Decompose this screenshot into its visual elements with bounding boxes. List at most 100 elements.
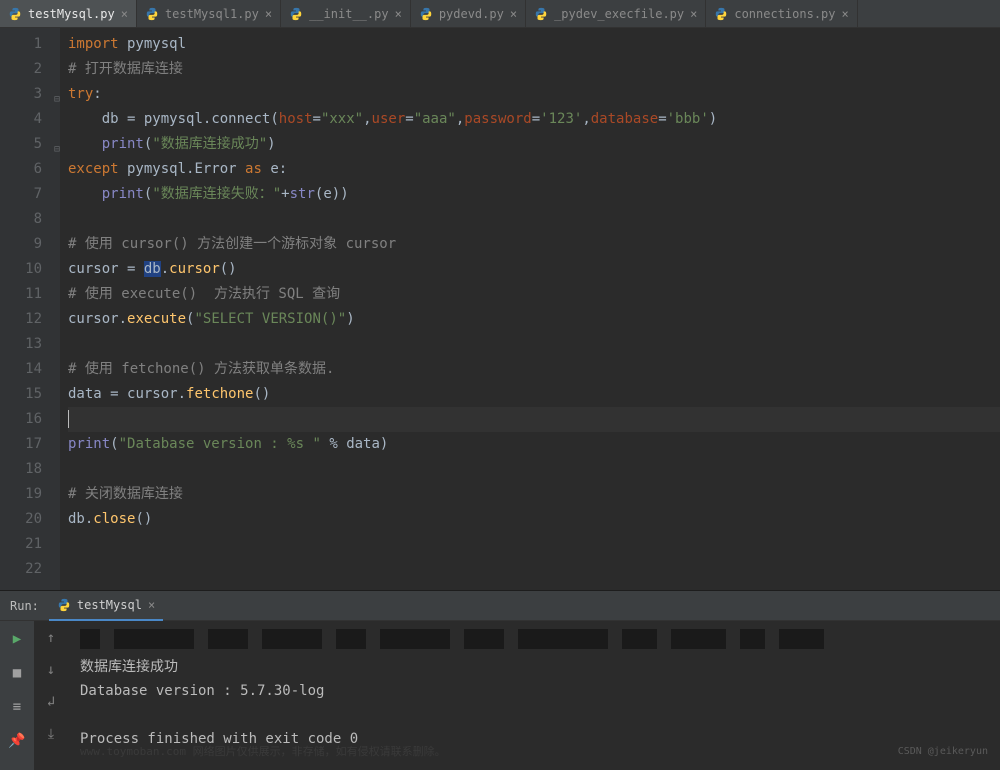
run-primary-toolbar: ▶ ■ ≡ 📌	[0, 621, 34, 770]
tab-pydevd[interactable]: pydevd.py ×	[411, 0, 526, 27]
close-icon[interactable]: ×	[510, 7, 517, 21]
code-area[interactable]: import pymysql # 打开数据库连接 ⊟try: db = pymy…	[60, 28, 1000, 590]
line-number: 13	[0, 332, 60, 357]
console-line: Database version : 5.7.30-log	[80, 679, 988, 703]
code-line	[68, 532, 1000, 557]
fold-icon[interactable]: ⊟	[54, 87, 64, 97]
run-label: Run:	[10, 599, 39, 613]
tab-testmysql1[interactable]: testMysql1.py ×	[137, 0, 281, 27]
tab-label: testMysql1.py	[165, 7, 259, 21]
faint-watermark: www.toymoban.com 网络图片仅供展示，非存储，如有侵权请联系删除。	[80, 740, 446, 764]
python-icon	[57, 598, 71, 612]
run-secondary-toolbar: ↑ ↓ ↲ ⤓	[34, 621, 68, 770]
code-line: import pymysql	[68, 32, 1000, 57]
soft-wrap-icon[interactable]: ↲	[42, 693, 60, 711]
tab-label: _pydev_execfile.py	[554, 7, 684, 21]
scroll-to-end-icon[interactable]: ⤓	[42, 725, 60, 743]
line-number: 18	[0, 457, 60, 482]
line-number-gutter: 1 2 3 4 5 6 7 8 9 10 11 12 13 14 15 16 1…	[0, 28, 60, 590]
code-line-current	[68, 407, 1000, 432]
editor-tabs: testMysql.py × testMysql1.py × __init__.…	[0, 0, 1000, 28]
code-line: # 关闭数据库连接	[68, 482, 1000, 507]
code-line: cursor.execute("SELECT VERSION()")	[68, 307, 1000, 332]
tab-label: connections.py	[734, 7, 835, 21]
line-number: 22	[0, 557, 60, 582]
arrow-down-icon[interactable]: ↓	[42, 661, 60, 679]
run-tab[interactable]: testMysql ×	[49, 591, 163, 621]
tab-label: testMysql.py	[28, 7, 115, 21]
line-number: 9	[0, 232, 60, 257]
code-line: except pymysql.Error as e:	[68, 157, 1000, 182]
code-line: # 打开数据库连接	[68, 57, 1000, 82]
python-icon	[714, 7, 728, 21]
watermark: CSDN @jeikeryun	[898, 740, 988, 764]
tab-label: pydevd.py	[439, 7, 504, 21]
close-icon[interactable]: ×	[395, 7, 402, 21]
code-line	[68, 207, 1000, 232]
tab-connections[interactable]: connections.py ×	[706, 0, 857, 27]
code-editor[interactable]: 1 2 3 4 5 6 7 8 9 10 11 12 13 14 15 16 1…	[0, 28, 1000, 590]
code-line: # 使用 cursor() 方法创建一个游标对象 cursor	[68, 232, 1000, 257]
line-number: 20	[0, 507, 60, 532]
pin-button[interactable]: 📌	[7, 731, 27, 751]
python-icon	[534, 7, 548, 21]
python-icon	[289, 7, 303, 21]
line-number: 16	[0, 407, 60, 432]
fold-icon[interactable]: ⊟	[54, 137, 64, 147]
tab-init[interactable]: __init__.py ×	[281, 0, 411, 27]
line-number: 21	[0, 532, 60, 557]
stop-button[interactable]: ■	[7, 663, 27, 683]
code-line: ⊟try:	[68, 82, 1000, 107]
line-number: 4	[0, 107, 60, 132]
code-line: db.close()	[68, 507, 1000, 532]
run-header: Run: testMysql ×	[0, 591, 1000, 621]
code-line: # 使用 fetchone() 方法获取单条数据.	[68, 357, 1000, 382]
line-number: 5	[0, 132, 60, 157]
code-line: # 使用 execute() 方法执行 SQL 查询	[68, 282, 1000, 307]
line-number: 3	[0, 82, 60, 107]
code-line: db = pymysql.connect(host="xxx",user="aa…	[68, 107, 1000, 132]
code-line	[68, 457, 1000, 482]
line-number: 17	[0, 432, 60, 457]
close-icon[interactable]: ×	[121, 7, 128, 21]
line-number: 2	[0, 57, 60, 82]
close-icon[interactable]: ×	[148, 598, 155, 612]
line-number: 8	[0, 207, 60, 232]
tab-testmysql[interactable]: testMysql.py ×	[0, 0, 137, 27]
line-number: 7	[0, 182, 60, 207]
console-line	[80, 703, 988, 727]
line-number: 10	[0, 257, 60, 282]
console-line: 数据库连接成功	[80, 655, 988, 679]
run-tool-window: Run: testMysql × ▶ ■ ≡ 📌 ↑ ↓ ↲ ⤓ 数据库连接成功…	[0, 590, 1000, 770]
line-number: 1	[0, 32, 60, 57]
code-line: print("Database version : %s " % data)	[68, 432, 1000, 457]
code-line	[68, 557, 1000, 582]
code-line: cursor = db.cursor()	[68, 257, 1000, 282]
line-number: 12	[0, 307, 60, 332]
close-icon[interactable]: ×	[690, 7, 697, 21]
close-icon[interactable]: ×	[842, 7, 849, 21]
arrow-up-icon[interactable]: ↑	[42, 629, 60, 647]
layout-button[interactable]: ≡	[7, 697, 27, 717]
run-body: ▶ ■ ≡ 📌 ↑ ↓ ↲ ⤓ 数据库连接成功 Database version…	[0, 621, 1000, 770]
code-line: data = cursor.fetchone()	[68, 382, 1000, 407]
code-line: ⊟ print("数据库连接成功")	[68, 132, 1000, 157]
line-number: 15	[0, 382, 60, 407]
code-line	[68, 332, 1000, 357]
line-number: 6	[0, 157, 60, 182]
tab-execfile[interactable]: _pydev_execfile.py ×	[526, 0, 706, 27]
console-output[interactable]: 数据库连接成功 Database version : 5.7.30-log Pr…	[68, 621, 1000, 770]
line-number: 19	[0, 482, 60, 507]
python-icon	[8, 7, 22, 21]
text-cursor	[68, 410, 69, 428]
redacted-path	[80, 629, 988, 649]
code-line: print("数据库连接失败："+str(e))	[68, 182, 1000, 207]
rerun-button[interactable]: ▶	[7, 629, 27, 649]
python-icon	[145, 7, 159, 21]
line-number: 14	[0, 357, 60, 382]
python-icon	[419, 7, 433, 21]
run-tab-label: testMysql	[77, 598, 142, 612]
close-icon[interactable]: ×	[265, 7, 272, 21]
line-number: 11	[0, 282, 60, 307]
tab-label: __init__.py	[309, 7, 388, 21]
